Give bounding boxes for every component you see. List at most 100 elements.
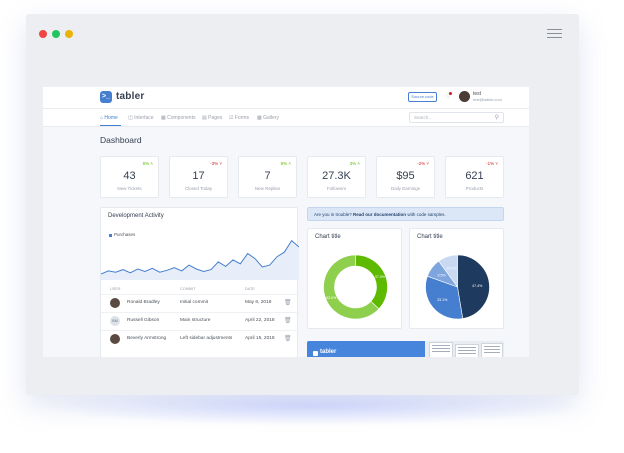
chevron-up-icon: ˄ — [150, 161, 153, 166]
column-header-date: DATE — [245, 287, 255, 291]
stat-label: Products — [465, 186, 484, 191]
stat-change: -2% ˅ — [417, 161, 429, 166]
nav-bar: ⌂ Home ◫ Interface ▦ Components ▤ Pages … — [43, 109, 529, 127]
development-activity-card: Development Activity Purchases USER COMM… — [100, 207, 299, 357]
commit-cell: Main structure — [180, 318, 211, 323]
slice-label: 9.5% — [438, 273, 447, 277]
chevron-up-icon: ˄ — [288, 161, 291, 166]
tab-components-label: Components — [167, 115, 196, 121]
avatar: BM — [110, 316, 120, 326]
stat-label: New Replies — [254, 186, 281, 191]
user-cell: Ronald Bradley — [127, 300, 160, 305]
chevron-down-icon: ˅ — [426, 161, 429, 166]
stat-label: Followers — [326, 186, 347, 191]
card-title: Chart title — [417, 234, 443, 240]
tab-home[interactable]: ⌂ Home — [100, 115, 118, 121]
stat-label: Daily Earnings — [390, 186, 420, 191]
tab-pages[interactable]: ▤ Pages — [202, 115, 222, 121]
hamburger-menu-icon[interactable] — [547, 29, 562, 38]
table-row: Beverly Armstrong Left sidebar adjustmen… — [101, 330, 299, 348]
column-header-commit: COMMIT — [180, 287, 196, 291]
promo-blue-panel: tabler — [307, 341, 425, 357]
user-cell: Russell Gibson — [127, 318, 160, 323]
stat-value: 7 — [264, 170, 271, 182]
slice-label: 33.1% — [437, 298, 448, 302]
donut-chart-card: Chart title 37.0% 63.0% — [307, 228, 402, 329]
dashboard-screen: >_ tabler Source code ♢ test test@tabler… — [43, 87, 529, 357]
preview-thumbnail — [481, 343, 503, 357]
box-icon: ◫ — [128, 115, 133, 121]
chevron-down-icon: ˅ — [219, 161, 222, 166]
source-code-button[interactable]: Source code — [408, 92, 437, 102]
avatar — [110, 334, 120, 344]
trash-icon[interactable]: 🗑 — [284, 335, 292, 342]
maximize-window-dot[interactable] — [52, 30, 60, 38]
avatar[interactable] — [459, 91, 470, 102]
table-row: BM Russell Gibson Main structure April 2… — [101, 312, 299, 330]
stat-value: $95 — [396, 170, 415, 182]
search-icon[interactable]: ⚲ — [495, 114, 499, 121]
stat-card-closed-today: -3% ˅ 17 Closed Today — [169, 156, 228, 198]
close-window-dot[interactable] — [39, 30, 47, 38]
browser-window: >_ tabler Source code ♢ test test@tabler… — [26, 14, 579, 395]
stat-value: 27.3K — [322, 170, 351, 182]
header-bar: >_ tabler Source code ♢ test test@tabler… — [43, 87, 529, 109]
page-title: Dashboard — [100, 135, 142, 145]
preview-thumbnail — [455, 344, 479, 357]
active-tab-indicator — [100, 125, 121, 126]
documentation-link[interactable]: Read our documentation — [353, 212, 406, 217]
minimize-window-dot[interactable] — [65, 30, 73, 38]
search-input[interactable]: Search… ⚲ — [409, 112, 504, 123]
user-cell: Beverly Armstrong — [127, 336, 167, 341]
purchases-area-fill — [101, 240, 299, 280]
stage: >_ tabler Source code ♢ test test@tabler… — [0, 0, 624, 453]
stat-card-products: -1% ˅ 621 Products — [445, 156, 504, 198]
check-square-icon: ☑ — [229, 115, 234, 121]
trash-icon[interactable]: 🗑 — [284, 299, 292, 306]
file-icon: ▤ — [202, 115, 207, 121]
stat-value: 621 — [465, 170, 484, 182]
stat-change: 9% ˄ — [280, 161, 291, 166]
date-cell: April 15, 2018 — [245, 336, 275, 341]
tab-forms-label: Forms — [234, 115, 250, 121]
stat-change: -1% ˅ — [486, 161, 498, 166]
purchases-area-chart — [101, 239, 299, 280]
user-email: test@tabler.com — [473, 97, 502, 102]
pie-slice — [355, 254, 388, 310]
stat-card-new-replies: 9% ˄ 7 New Replies — [238, 156, 297, 198]
stat-change: 6% ˄ — [142, 161, 153, 166]
slice-label: 37.0% — [375, 275, 386, 279]
stat-change: -3% ˅ — [210, 161, 222, 166]
stat-change: 3% ˄ — [349, 161, 360, 166]
preview-thumbnail — [429, 342, 453, 357]
info-alert: Are you in trouble? Read our documentati… — [307, 207, 504, 221]
stat-card-followers: 3% ˄ 27.3K Followers — [307, 156, 366, 198]
notification-dot — [449, 92, 452, 95]
pie-chart: 47.4% 33.1% 9.5% 10.0% — [425, 254, 490, 320]
date-cell: May 6, 2018 — [245, 300, 272, 305]
promo-banner[interactable]: tabler — [307, 341, 504, 357]
trash-icon[interactable]: 🗑 — [284, 317, 292, 324]
stat-card-new-tickets: 6% ˄ 43 New Tickets — [100, 156, 159, 198]
date-cell: April 22, 2018 — [245, 318, 275, 323]
slice-label: 47.4% — [472, 284, 483, 288]
tab-gallery[interactable]: ▩ Gallery — [257, 115, 279, 121]
tabler-logo-icon[interactable]: >_ — [100, 91, 112, 103]
tab-home-label: Home — [104, 115, 118, 121]
card-title: Development Activity — [108, 213, 164, 219]
tab-forms[interactable]: ☑ Forms — [229, 115, 249, 121]
column-header-user: USER — [110, 287, 121, 291]
chevron-down-icon: ˅ — [495, 161, 498, 166]
tab-pages-label: Pages — [208, 115, 223, 121]
tab-interface[interactable]: ◫ Interface — [128, 115, 154, 121]
tab-components[interactable]: ▦ Components — [161, 115, 195, 121]
commit-cell: Left sidebar adjustments — [180, 336, 233, 341]
logo-text[interactable]: tabler — [116, 91, 144, 102]
tab-gallery-label: Gallery — [263, 115, 279, 121]
stat-card-daily-earnings: -2% ˅ $95 Daily Earnings — [376, 156, 435, 198]
stat-value: 17 — [192, 170, 205, 182]
stat-value: 43 — [123, 170, 136, 182]
tabler-logo-icon — [313, 351, 318, 356]
donut-chart: 37.0% 63.0% — [323, 254, 388, 320]
home-icon: ⌂ — [100, 115, 104, 121]
